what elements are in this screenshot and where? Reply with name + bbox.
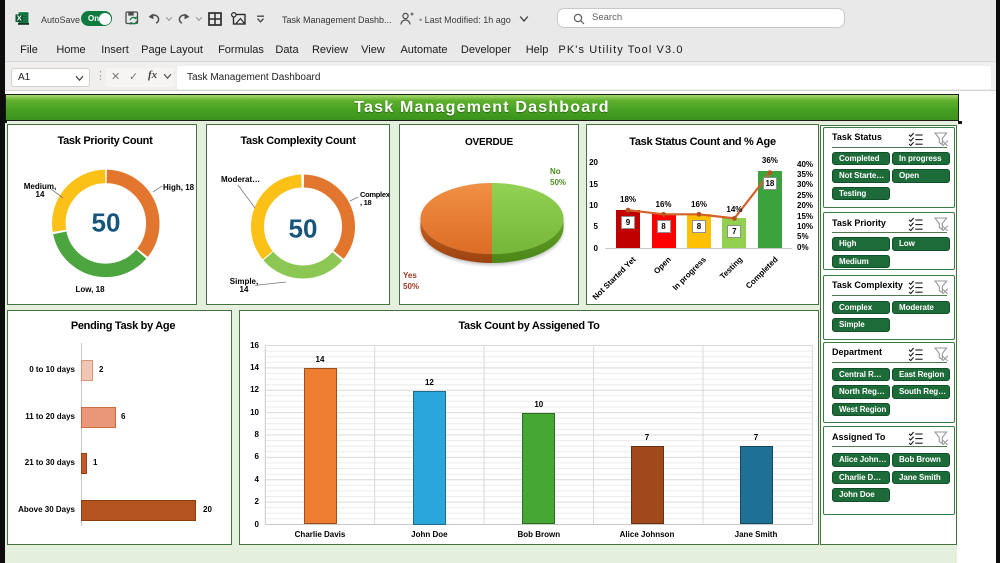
svg-text:X: X <box>17 13 22 22</box>
